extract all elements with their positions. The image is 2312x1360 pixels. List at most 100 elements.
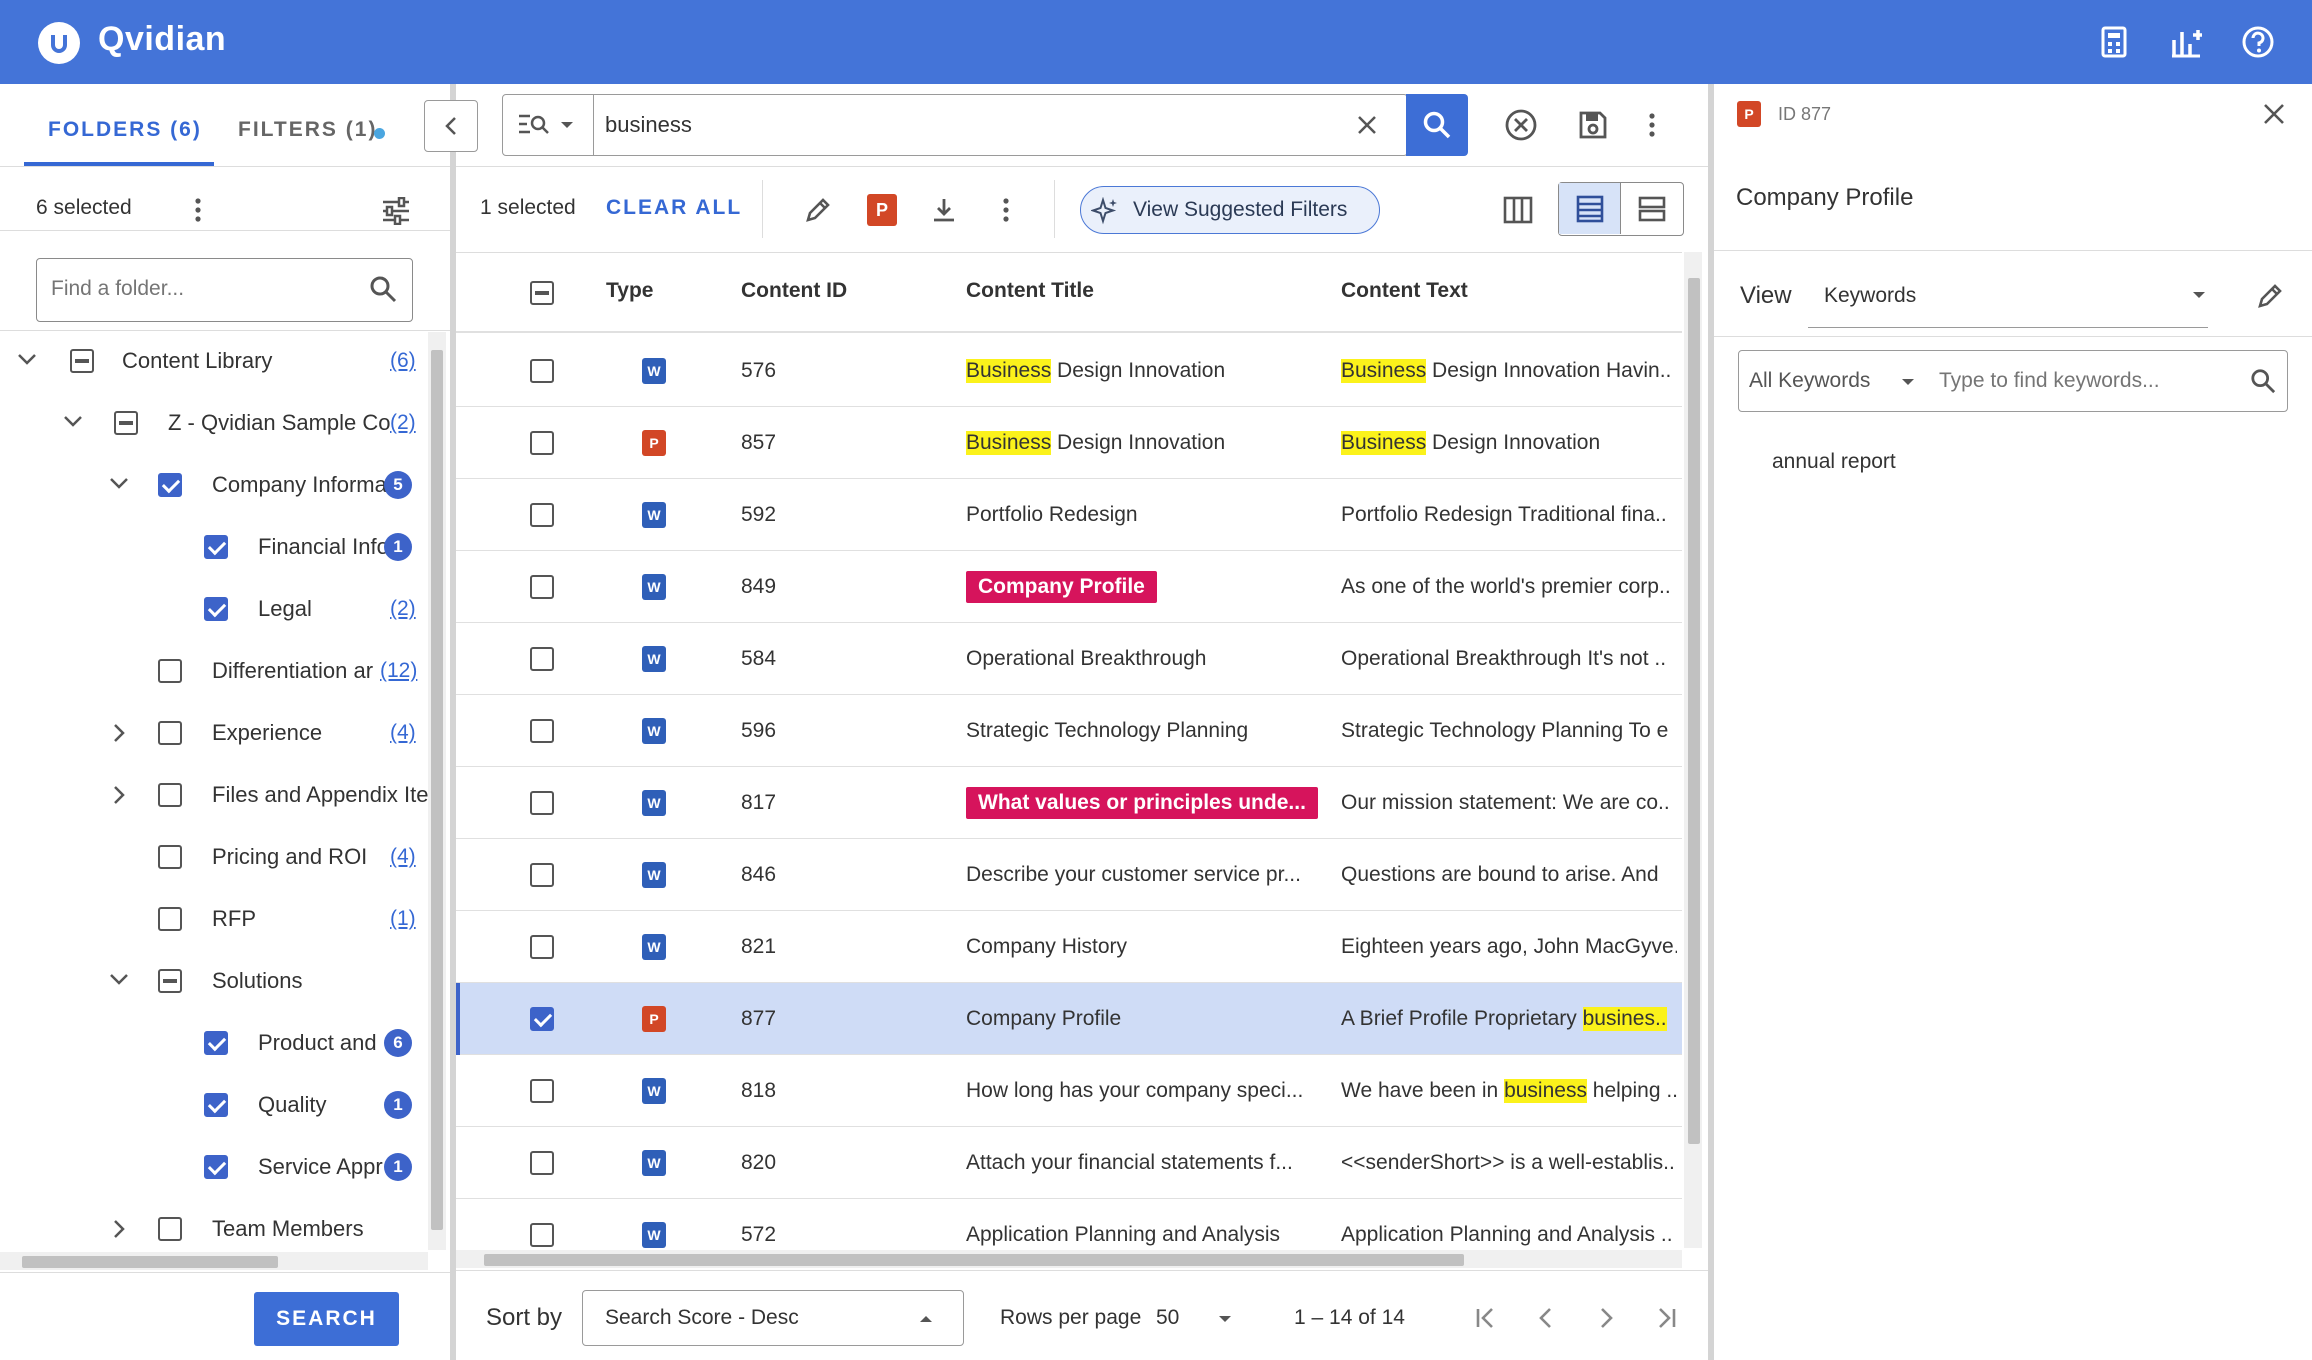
table-row[interactable]: W 576 Business Design Innovation Busines… [456,335,1682,407]
row-content-title[interactable]: Company Profile [966,983,1332,1055]
chevron-right-icon[interactable] [112,722,126,744]
save-icon[interactable] [1572,104,1614,146]
tree-checkbox[interactable] [204,1093,228,1117]
tree-checkbox[interactable] [158,845,182,869]
tree-count[interactable]: (12) [380,659,417,683]
analytics-icon[interactable] [2166,22,2206,62]
table-row[interactable]: W 846 Describe your customer service pr.… [456,839,1682,911]
search-mode-dropdown[interactable] [511,105,581,145]
edit-icon[interactable] [798,190,838,230]
tree-row-content-library[interactable]: Content Library (6) [0,330,428,392]
row-content-title[interactable]: Application Planning and Analysis [966,1199,1332,1250]
card-view-button[interactable] [1621,183,1683,234]
chevron-right-icon[interactable] [112,1218,126,1240]
row-content-title[interactable]: How long has your company speci... [966,1055,1332,1127]
row-content-title[interactable]: Business Design Innovation [966,407,1332,479]
row-content-title[interactable]: What values or principles unde... [966,767,1332,839]
chevron-down-icon[interactable] [108,972,130,986]
row-checkbox[interactable] [530,1223,554,1247]
row-checkbox[interactable] [530,791,554,815]
tree-row-legal[interactable]: Legal (2) [0,578,428,640]
tree-count-badge[interactable]: 1 [384,1091,412,1119]
tune-settings-icon[interactable] [376,192,416,230]
tree-row-pricing-roi[interactable]: Pricing and ROI (4) [0,826,428,888]
powerpoint-icon[interactable]: P [862,190,902,230]
download-icon[interactable] [924,190,964,230]
tree-count-badge[interactable]: 5 [384,471,412,499]
search-icon[interactable] [2247,365,2279,397]
tree-checkbox[interactable] [158,473,182,497]
tree-count-badge[interactable]: 1 [384,533,412,561]
row-content-title[interactable]: Strategic Technology Planning [966,695,1332,767]
row-checkbox[interactable] [530,935,554,959]
row-checkbox[interactable] [530,359,554,383]
tree-count[interactable]: (2) [390,411,416,435]
search-input[interactable] [605,109,1305,141]
row-checkbox[interactable] [530,647,554,671]
row-content-title[interactable]: Operational Breakthrough [966,623,1332,695]
tree-row-experience[interactable]: Experience (4) [0,702,428,764]
table-row[interactable]: W 820 Attach your financial statements f… [456,1127,1682,1199]
tree-hscroll-thumb[interactable] [22,1256,278,1268]
more-options-icon[interactable] [1636,104,1668,146]
row-checkbox[interactable] [530,575,554,599]
table-row[interactable]: W 821 Company History Eighteen years ago… [456,911,1682,983]
tree-scroll-thumb[interactable] [431,350,443,1230]
row-checkbox[interactable] [530,503,554,527]
cancel-circle-icon[interactable] [1500,104,1542,146]
tree-checkbox[interactable] [158,969,182,993]
column-header-type[interactable]: Type [606,279,653,303]
grid-hscroll-thumb[interactable] [484,1254,1464,1266]
edit-icon[interactable] [2250,276,2290,316]
table-row[interactable]: W 572 Application Planning and Analysis … [456,1199,1682,1250]
tree-row-team-members[interactable]: Team Members [0,1198,428,1250]
tree-row-quality[interactable]: Quality 1 [0,1074,428,1136]
table-row[interactable]: W 596 Strategic Technology Planning Stra… [456,695,1682,767]
tree-count-badge[interactable]: 6 [384,1029,412,1057]
clear-all-button[interactable]: CLEAR ALL [606,196,742,220]
view-select[interactable]: Keywords [1808,266,2208,328]
tree-count-badge[interactable]: 1 [384,1153,412,1181]
first-page-icon[interactable] [1466,1298,1506,1338]
row-checkbox[interactable] [530,431,554,455]
tree-row-sample-content[interactable]: Z - Qvidian Sample Con (2) [0,392,428,454]
chevron-down-icon[interactable] [62,414,84,428]
tree-count[interactable]: (1) [390,907,416,931]
keyword-filter-box[interactable]: All Keywords [1738,350,2288,412]
chevron-right-icon[interactable] [112,784,126,806]
chevron-down-icon[interactable] [108,476,130,490]
list-view-button[interactable] [1559,183,1621,234]
tree-checkbox[interactable] [70,349,94,373]
row-content-title[interactable]: Company History [966,911,1332,983]
tree-count[interactable]: (4) [390,721,416,745]
tree-checkbox[interactable] [158,783,182,807]
toolbar-more-icon[interactable] [990,190,1022,230]
rows-per-page-select[interactable]: 50 [1156,1296,1246,1342]
calculator-icon[interactable] [2094,22,2134,62]
view-toggle[interactable] [1558,182,1684,236]
tree-checkbox[interactable] [158,1217,182,1241]
folder-more-icon[interactable] [182,190,214,230]
table-row[interactable]: W 817 What values or principles unde... … [456,767,1682,839]
select-all-checkbox[interactable] [530,281,554,305]
column-header-content-text[interactable]: Content Text [1341,279,1468,303]
sort-select[interactable]: Search Score - Desc [582,1290,964,1346]
table-row[interactable]: P 857 Business Design Innovation Busines… [456,407,1682,479]
tree-row-financial-info[interactable]: Financial Info 1 [0,516,428,578]
tree-row-product[interactable]: Product and 6 [0,1012,428,1074]
collapse-panel-button[interactable] [424,100,478,152]
tab-filters[interactable]: FILTERS (1) [238,118,377,142]
row-checkbox[interactable] [530,1079,554,1103]
tree-count[interactable]: (2) [390,597,416,621]
keyword-search-input[interactable] [1939,365,2239,397]
search-box[interactable] [502,94,1408,156]
table-row[interactable]: W 592 Portfolio Redesign Portfolio Redes… [456,479,1682,551]
previous-page-icon[interactable] [1526,1298,1566,1338]
folder-search-field[interactable] [51,273,351,305]
folder-search-input[interactable] [36,258,413,322]
keyword-scope-dropdown[interactable]: All Keywords [1749,367,1919,397]
keyword-item[interactable]: annual report [1772,450,1896,474]
row-content-title[interactable]: Attach your financial statements f... [966,1127,1332,1199]
row-checkbox[interactable] [530,1151,554,1175]
table-row[interactable]: W 849 Company Profile As one of the worl… [456,551,1682,623]
